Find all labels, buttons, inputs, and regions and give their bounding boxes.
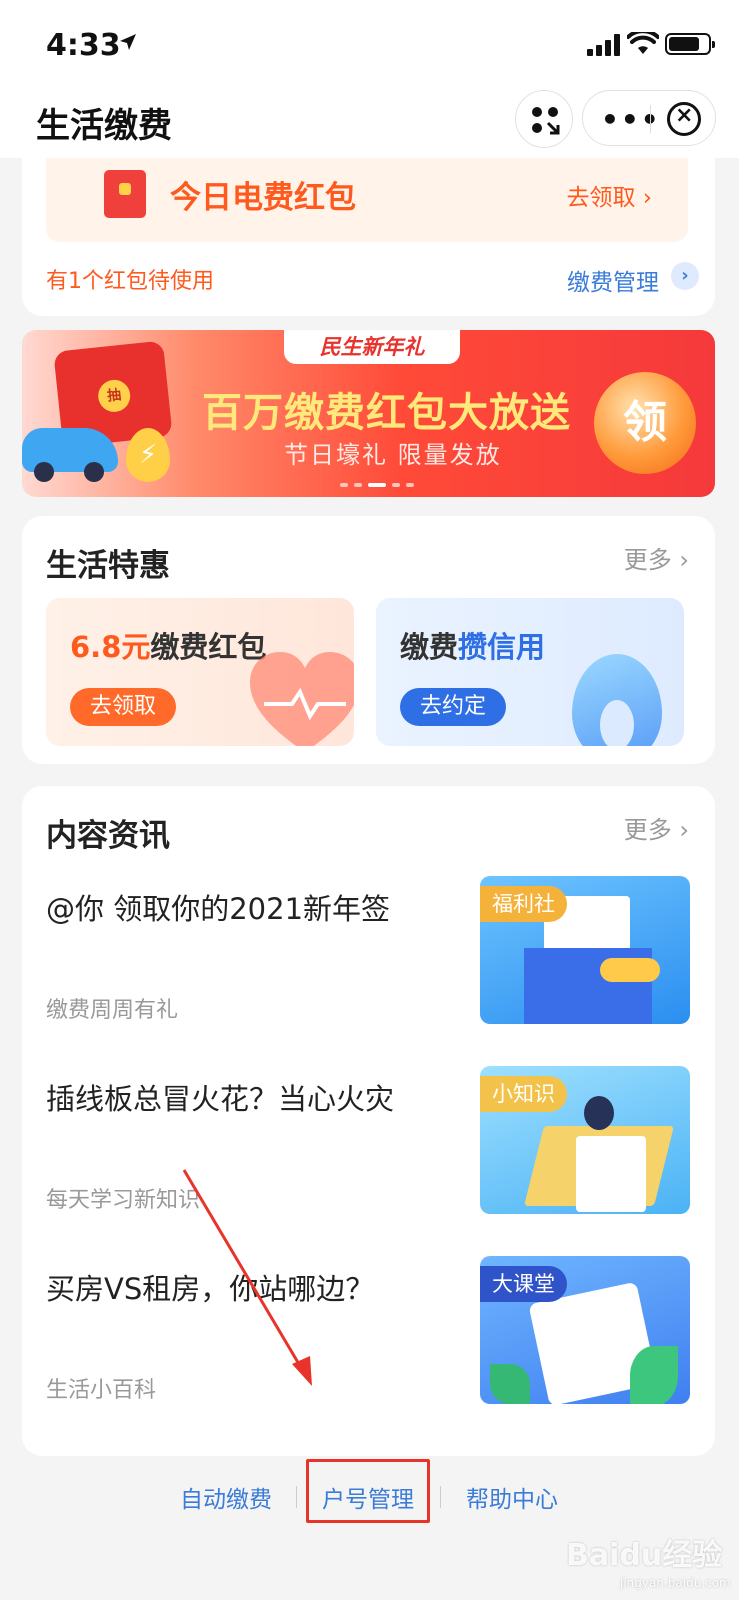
news-item[interactable]: 插线板总冒火花？当心火灾 每天学习新知识 小知识 <box>46 1066 690 1216</box>
thumbnail-tag: 福利社 <box>480 886 567 922</box>
news-title: @你 领取你的2021新年签 <box>46 892 391 926</box>
agree-button[interactable]: 去约定 <box>400 688 507 726</box>
chevron-right-icon: › <box>679 816 689 844</box>
scan-icon <box>532 107 560 135</box>
location-arrow-icon <box>120 34 136 50</box>
deal-title: 缴费攒信用 <box>400 624 545 666</box>
red-envelope-icon <box>104 170 146 218</box>
banner-claim-button[interactable]: 领 <box>594 372 696 474</box>
chevron-right-icon: › <box>642 185 652 211</box>
banner-subtitle: 节日壕礼 限量发放 <box>284 441 502 469</box>
deal-title: 6.8元缴费红包 <box>70 624 266 666</box>
close-icon: × <box>675 103 694 128</box>
news-source: 缴费周周有礼 <box>46 998 179 1023</box>
flame-icon <box>572 654 662 746</box>
deal-item-credit[interactable]: 缴费攒信用 去约定 <box>376 598 684 746</box>
status-time: 4:33 <box>46 28 121 63</box>
deal-item-redpacket[interactable]: 6.8元缴费红包 去领取 <box>46 598 354 746</box>
footer-divider <box>296 1486 297 1508</box>
news-thumbnail: 大课堂 <box>480 1256 690 1404</box>
chevron-right-circle-icon[interactable]: › <box>671 262 699 290</box>
thumbnail-tag: 大课堂 <box>480 1266 567 1302</box>
thumbnail-tag: 小知识 <box>480 1076 567 1112</box>
life-deals-card: 生活特惠 更多 › 6.8元缴费红包 去领取 缴费攒信用 去约定 <box>22 516 715 764</box>
banner-headline: 百万缴费红包大放送 <box>202 390 571 436</box>
news-thumbnail: 小知识 <box>480 1066 690 1214</box>
leaf-illustration <box>630 1346 678 1404</box>
electric-redpacket-card: 今日电费红包 去领取 › 有1个红包待使用 缴费管理 › <box>22 158 715 316</box>
claim-link-label: 去领取 <box>566 185 636 211</box>
section-title: 生活特惠 <box>46 548 170 584</box>
news-source: 每天学习新知识 <box>46 1188 201 1213</box>
cellular-signal-icon <box>587 34 620 56</box>
car-illustration <box>22 428 118 482</box>
capsule-divider <box>650 105 651 133</box>
footer-divider <box>440 1486 441 1508</box>
more-options-button[interactable]: ••• <box>601 103 661 136</box>
carousel-dots <box>340 472 420 491</box>
auto-pay-link[interactable]: 自动缴费 <box>180 1480 272 1514</box>
capsule-menu: ••• × <box>582 90 716 146</box>
news-title: 买房VS租房，你站哪边？ <box>46 1272 375 1306</box>
lottery-coin: 抽 <box>96 378 132 414</box>
carousel-dot[interactable] <box>354 483 362 487</box>
carousel-dot[interactable] <box>340 483 348 487</box>
payment-management-link[interactable]: 缴费管理 <box>567 263 659 297</box>
leaf-illustration <box>490 1364 530 1404</box>
deal-amount: 6.8元 <box>70 630 151 664</box>
page-title: 生活缴费 <box>36 106 172 146</box>
baidu-watermark-url: jingyan.baidu.com <box>620 1576 731 1590</box>
more-label: 更多 <box>623 546 672 574</box>
content-news-card: 内容资讯 更多 › @你 领取你的2021新年签 缴费周周有礼 福利社 插线板总… <box>22 786 715 1456</box>
annotation-highlight-box <box>306 1459 430 1523</box>
deal-highlight: 攒信用 <box>458 630 546 664</box>
electric-redpacket-bar[interactable]: 今日电费红包 去领取 › <box>46 158 688 242</box>
carousel-dot[interactable] <box>406 483 414 487</box>
coins-illustration <box>600 958 660 982</box>
carousel-dot[interactable] <box>392 483 400 487</box>
claim-link[interactable]: 去领取 › <box>566 178 652 212</box>
help-center-link[interactable]: 帮助中心 <box>466 1480 558 1514</box>
close-miniprogram-button[interactable]: × <box>667 102 701 136</box>
mini-program-scan-button[interactable] <box>515 90 573 148</box>
deal-title-text: 缴费 <box>400 630 459 664</box>
banner-tag: 民生新年礼 <box>284 330 460 364</box>
wifi-icon <box>627 32 659 54</box>
news-source: 生活小百科 <box>46 1378 157 1403</box>
section-title: 内容资讯 <box>46 818 170 854</box>
promo-banner[interactable]: 抽 ⚡ 民生新年礼 百万缴费红包大放送 节日壕礼 限量发放 领 <box>22 330 715 497</box>
deals-more-link[interactable]: 更多 › <box>624 540 689 575</box>
status-bar: 4:33 <box>0 0 739 90</box>
battery-icon <box>665 33 715 55</box>
redpacket-pending-note: 有1个红包待使用 <box>46 269 214 294</box>
pages-illustration <box>576 1136 646 1212</box>
carousel-dot[interactable] <box>368 483 386 487</box>
baidu-watermark: Baidu经验 <box>566 1538 723 1573</box>
person-illustration <box>584 1096 614 1130</box>
more-label: 更多 <box>623 816 672 844</box>
news-thumbnail: 福利社 <box>480 876 690 1024</box>
news-item[interactable]: 买房VS租房，你站哪边？ 生活小百科 大课堂 <box>46 1256 690 1406</box>
electric-redpacket-title: 今日电费红包 <box>170 180 356 216</box>
news-item[interactable]: @你 领取你的2021新年签 缴费周周有礼 福利社 <box>46 876 690 1026</box>
nav-bar: 生活缴费 ••• × <box>0 90 739 158</box>
claim-button[interactable]: 去领取 <box>70 688 177 726</box>
news-title: 插线板总冒火花？当心火灾 <box>46 1082 395 1116</box>
heart-pulse-icon <box>250 652 354 746</box>
news-more-link[interactable]: 更多 › <box>624 810 689 845</box>
chevron-right-icon: › <box>679 546 689 574</box>
